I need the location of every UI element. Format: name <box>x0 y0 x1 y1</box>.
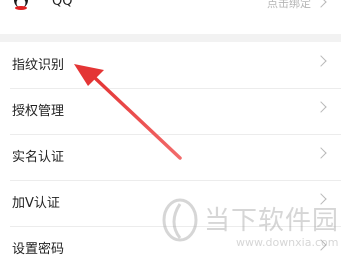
menu-item-label: 实名认证 <box>12 150 65 165</box>
chevron-right-icon <box>315 147 327 159</box>
menu-item-label: 授权管理 <box>12 104 65 119</box>
qq-bind-row[interactable]: QQ 点击绑定 <box>0 0 341 30</box>
menu-item-label: 设置密码 <box>12 242 65 257</box>
menu-item-label: 加V认证 <box>12 196 60 211</box>
menu-item-label: 指纹识别 <box>12 58 65 73</box>
section-divider <box>0 34 341 42</box>
chevron-right-icon <box>315 0 327 8</box>
qq-penguin-icon <box>14 0 28 10</box>
chevron-right-icon <box>315 55 327 67</box>
account-security-screen: QQ 点击绑定 指纹识别 授权管理 实名认证 加V认证 设置密码 当下软件园 w… <box>0 0 341 267</box>
chevron-right-icon <box>315 101 327 113</box>
watermark: 当下软件园 www.downxia.com <box>160 196 340 260</box>
menu-item-realname[interactable]: 实名认证 <box>0 134 341 180</box>
qq-bind-status: 点击绑定 <box>267 0 311 10</box>
watermark-brand-name: 当下软件园 <box>204 206 340 236</box>
qq-label: QQ <box>52 0 73 9</box>
downxia-logo-icon <box>162 198 198 242</box>
watermark-url: www.downxia.com <box>236 236 339 249</box>
menu-item-authorization[interactable]: 授权管理 <box>0 88 341 134</box>
menu-item-fingerprint[interactable]: 指纹识别 <box>0 42 341 88</box>
